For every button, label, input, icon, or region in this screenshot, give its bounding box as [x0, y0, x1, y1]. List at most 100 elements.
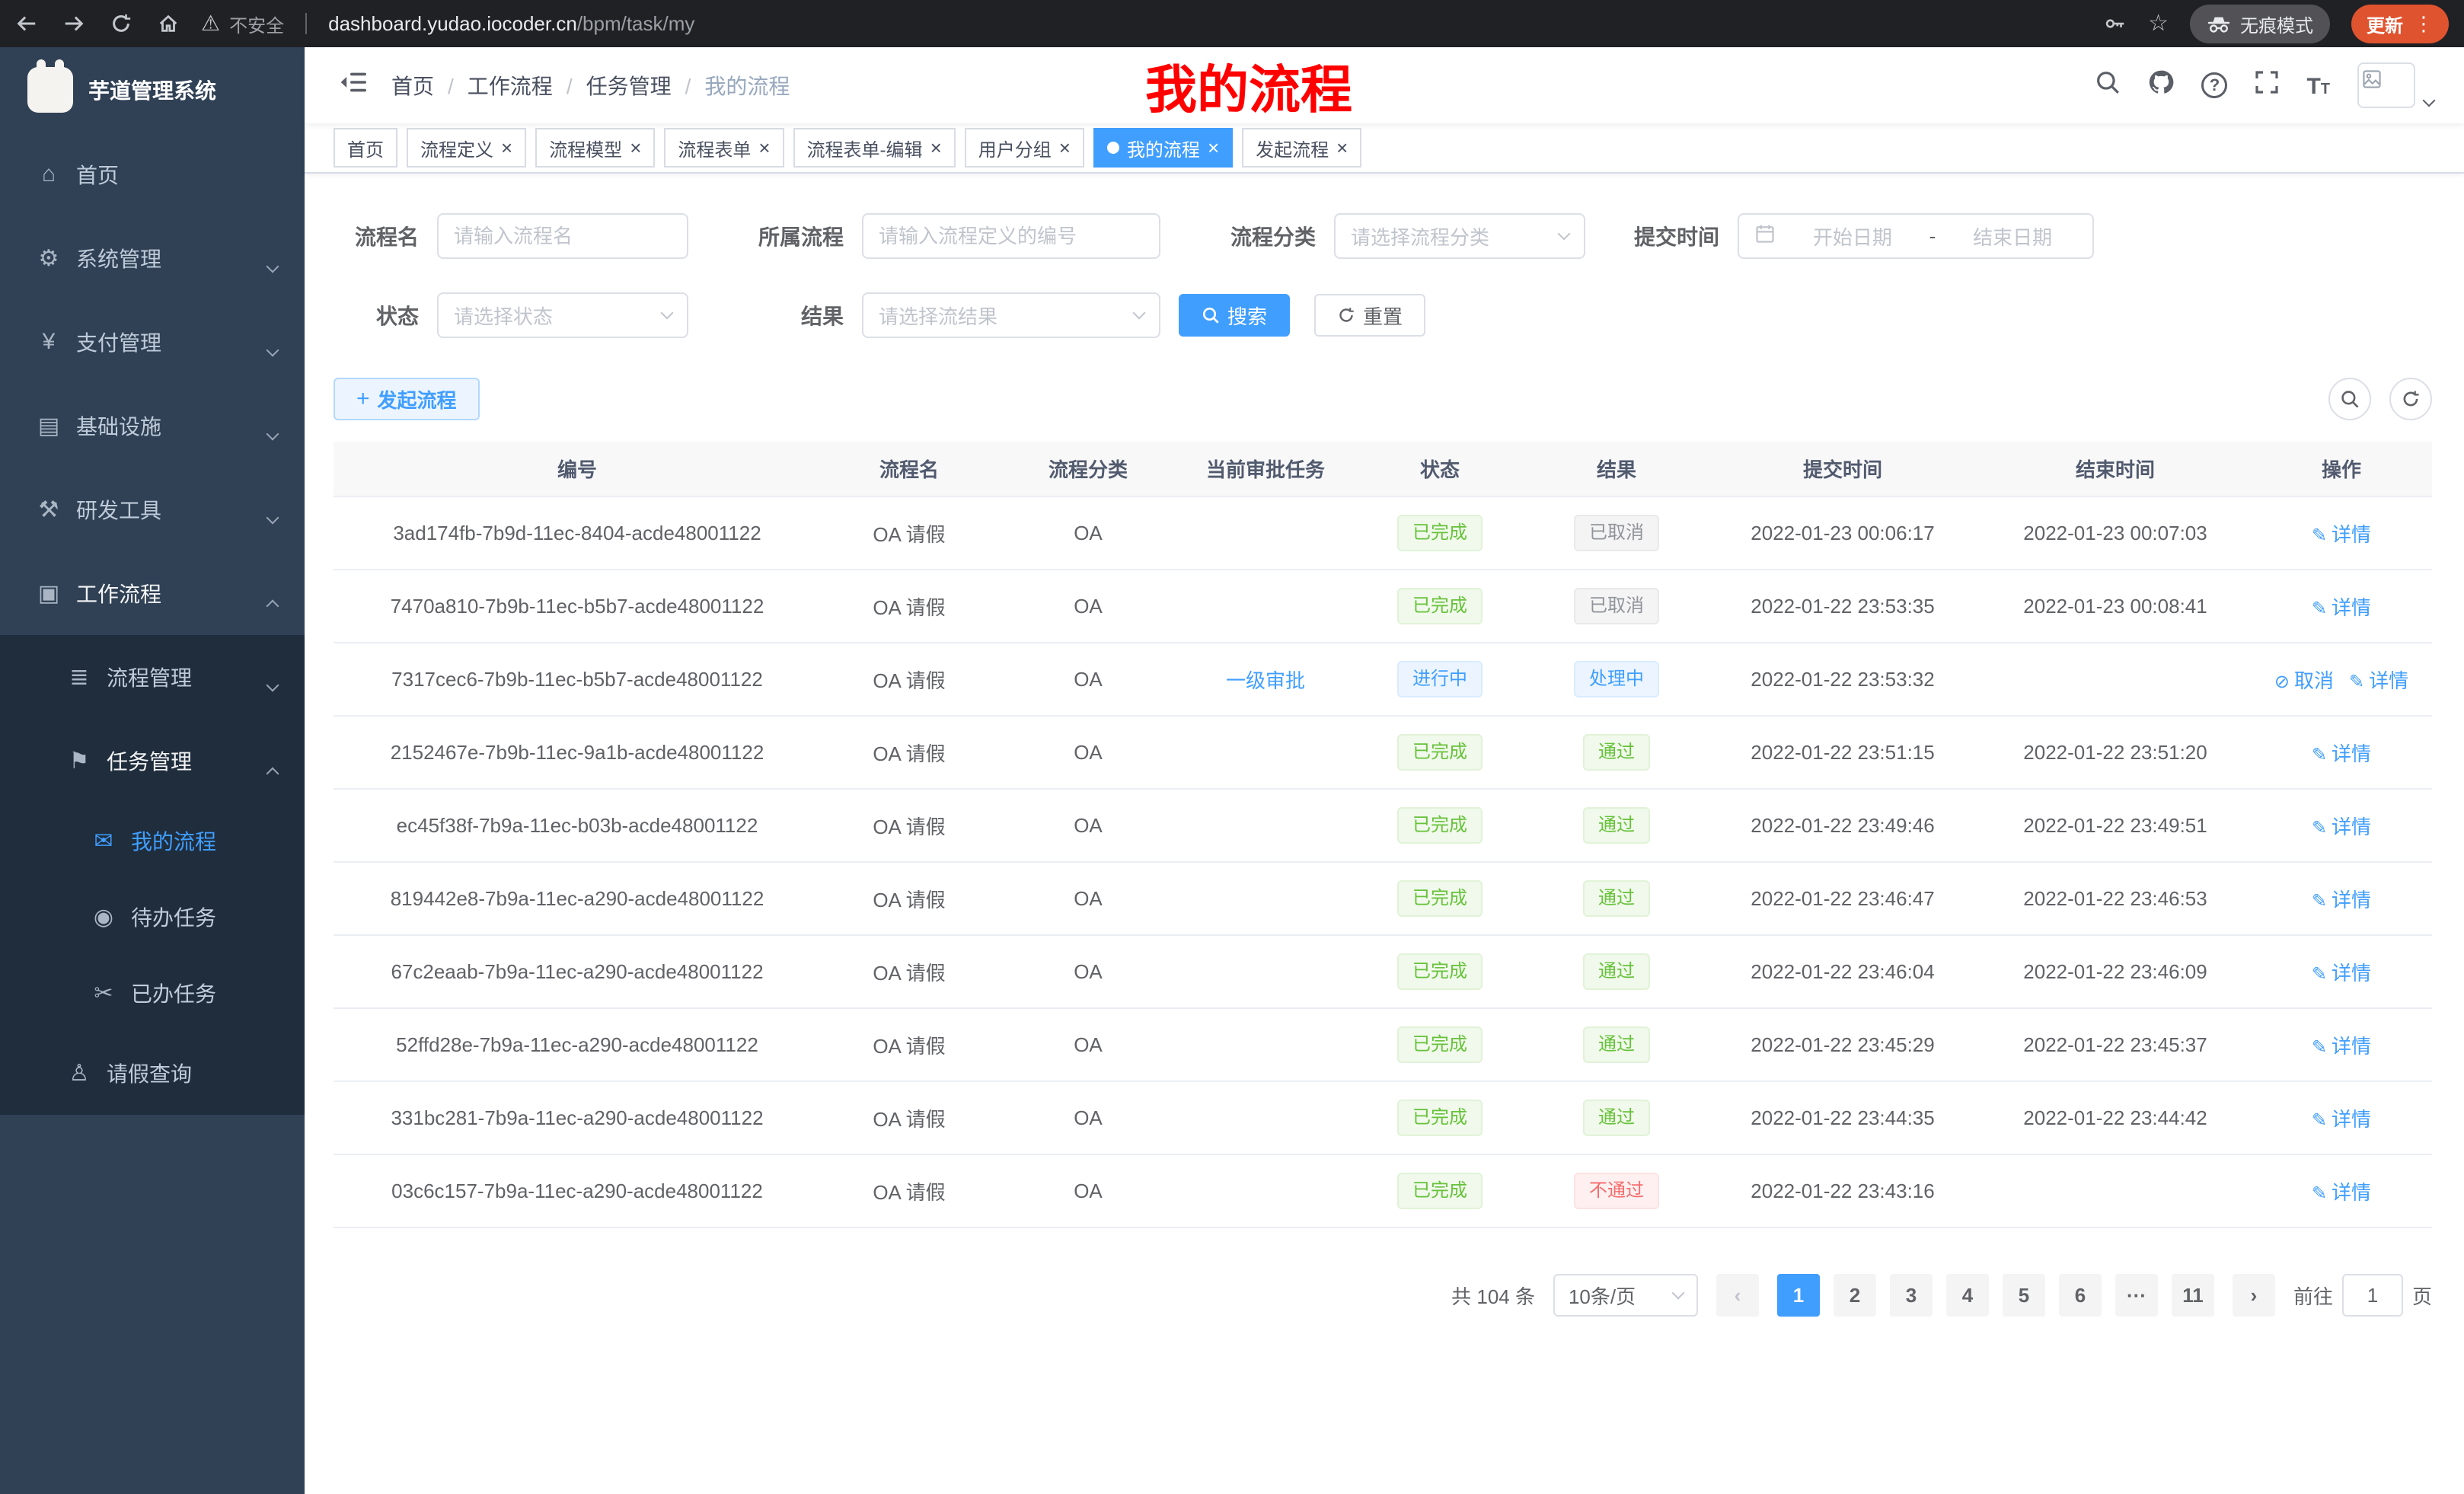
address-bar[interactable]: dashboard.yudao.iocoder.cn/bpm/task/my — [328, 12, 694, 36]
help-icon[interactable]: ? — [2201, 72, 2227, 98]
breadcrumb-item[interactable]: 任务管理 — [586, 70, 705, 101]
tab-close-icon[interactable]: × — [501, 138, 512, 158]
tab-close-icon[interactable]: × — [1208, 138, 1219, 158]
breadcrumb-item[interactable]: 我的流程 — [704, 70, 790, 101]
detail-action-link[interactable]: 详情 — [2312, 1108, 2371, 1131]
status-select[interactable]: 请选择状态 — [437, 292, 688, 338]
detail-action-link[interactable]: 详情 — [2312, 1181, 2371, 1204]
tag-tab[interactable]: 首页 — [334, 128, 397, 168]
bookmark-star-icon[interactable]: ☆ — [2148, 12, 2169, 35]
browser-menu-icon[interactable]: ⋮ — [2414, 12, 2434, 36]
page-number-button[interactable]: 3 — [1890, 1274, 1933, 1317]
cell-end-time: 2022-01-22 23:51:20 — [1980, 716, 2251, 789]
tab-close-icon[interactable]: × — [930, 138, 942, 158]
password-key-icon[interactable] — [2104, 12, 2127, 35]
reset-button[interactable]: 重置 — [1314, 294, 1425, 337]
status-tag: 已完成 — [1397, 1100, 1483, 1136]
cancel-action-link[interactable]: 取消 — [2274, 669, 2334, 692]
cell-submit-time: 2022-01-22 23:49:46 — [1706, 789, 1980, 862]
sidebar-item[interactable]: 待办任务 — [0, 879, 305, 955]
table-row: 2152467e-7b9b-11ec-9a1b-acde48001122 OA … — [334, 716, 2432, 789]
create-process-button[interactable]: + 发起流程 — [334, 378, 480, 420]
prev-page-button[interactable]: ‹ — [1716, 1274, 1759, 1317]
detail-action-link[interactable]: 详情 — [2312, 742, 2371, 765]
sidebar-item[interactable]: 流程管理 — [0, 635, 305, 719]
page-number-button[interactable]: 6 — [2059, 1274, 2102, 1317]
result-select[interactable]: 请选择流结果 — [862, 292, 1160, 338]
breadcrumb-item[interactable]: 首页 — [391, 70, 468, 101]
next-page-button[interactable]: › — [2233, 1274, 2275, 1317]
refresh-button[interactable] — [2389, 378, 2432, 420]
current-task-link[interactable]: 一级审批 — [1226, 669, 1305, 692]
submit-time-range-picker[interactable]: 开始日期 - 结束日期 — [1738, 213, 2094, 259]
page-title-annotation: 我的流程 — [1145, 48, 1352, 123]
page-size-select[interactable]: 10条/页 — [1553, 1274, 1698, 1317]
fullscreen-icon[interactable] — [2255, 70, 2279, 101]
tag-tab[interactable]: 流程表单 × — [664, 128, 784, 168]
search-button[interactable]: 搜索 — [1179, 294, 1290, 337]
tag-tab[interactable]: 流程定义 × — [407, 128, 526, 168]
tab-close-icon[interactable]: × — [1059, 138, 1071, 158]
detail-action-link[interactable]: 详情 — [2349, 669, 2408, 692]
tab-close-icon[interactable]: × — [630, 138, 641, 158]
sidebar-item[interactable]: 支付管理 — [0, 300, 305, 384]
page-number-button[interactable]: 1 — [1777, 1274, 1820, 1317]
status-tag: 已完成 — [1397, 880, 1483, 917]
category-select[interactable]: 请选择流程分类 — [1334, 213, 1585, 259]
content: 流程名 所属流程 流程分类 请选择流程分类 提交时间 — [305, 174, 2464, 1494]
page-number-button[interactable]: 2 — [1834, 1274, 1876, 1317]
page-number-button[interactable]: 4 — [1946, 1274, 1989, 1317]
user-avatar[interactable] — [2357, 62, 2434, 108]
cell-status: 已完成 — [1352, 1008, 1527, 1081]
toggle-search-button[interactable] — [2328, 378, 2371, 420]
github-icon[interactable] — [2148, 69, 2174, 101]
font-size-icon[interactable]: TT — [2306, 72, 2330, 100]
cell-submit-time: 2022-01-22 23:53:32 — [1706, 643, 1980, 716]
sidebar-item[interactable]: 工作流程 — [0, 551, 305, 635]
tag-tab[interactable]: 流程模型 × — [535, 128, 655, 168]
detail-action-link[interactable]: 详情 — [2312, 962, 2371, 985]
sidebar-item[interactable]: 请假查询 — [0, 1031, 305, 1115]
sidebar-item[interactable]: 基础设施 — [0, 384, 305, 468]
tag-tab[interactable]: 流程表单-编辑 × — [793, 128, 956, 168]
cell-result: 通过 — [1527, 716, 1706, 789]
breadcrumb-item[interactable]: 工作流程 — [468, 70, 586, 101]
sidebar-item[interactable]: 已办任务 — [0, 955, 305, 1031]
tag-tab[interactable]: 我的流程 × — [1093, 128, 1233, 168]
cell-submit-time: 2022-01-22 23:45:29 — [1706, 1008, 1980, 1081]
browser-back-icon[interactable] — [15, 12, 38, 35]
update-button[interactable]: 更新 ⋮ — [2351, 5, 2449, 43]
browser-reload-icon[interactable] — [110, 12, 132, 35]
detail-action-link[interactable]: 详情 — [2312, 523, 2371, 546]
sidebar-item[interactable]: 我的流程 — [0, 803, 305, 879]
tab-close-icon[interactable]: × — [1336, 138, 1348, 158]
cell-actions: 详情 — [2251, 496, 2432, 570]
tag-tab[interactable]: 发起流程 × — [1242, 128, 1361, 168]
detail-action-link[interactable]: 详情 — [2312, 889, 2371, 911]
sidebar-item[interactable]: 研发工具 — [0, 468, 305, 551]
page-jump-input[interactable] — [2342, 1274, 2403, 1317]
browser-forward-icon[interactable] — [62, 12, 85, 35]
sidebar-item[interactable]: 系统管理 — [0, 216, 305, 300]
process-name-input[interactable] — [437, 213, 688, 259]
page-number-button[interactable]: 11 — [2172, 1274, 2214, 1317]
page-number-button[interactable]: ··· — [2115, 1274, 2158, 1317]
detail-icon — [2312, 1035, 2332, 1058]
detail-action-link[interactable]: 详情 — [2312, 1035, 2371, 1058]
sidebar-item[interactable]: 首页 — [0, 132, 305, 216]
browser-home-icon[interactable] — [157, 12, 180, 35]
page-number-button[interactable]: 5 — [2003, 1274, 2045, 1317]
detail-icon — [2312, 523, 2332, 546]
tag-tab[interactable]: 用户分组 × — [965, 128, 1084, 168]
process-def-input[interactable] — [862, 213, 1160, 259]
search-icon[interactable] — [2095, 69, 2121, 101]
hamburger-fold-icon[interactable] — [340, 70, 367, 101]
security-chip[interactable]: ⚠ 不安全 — [201, 11, 284, 37]
app-logo[interactable]: 芋道管理系统 — [0, 47, 305, 132]
sidebar-item[interactable]: 任务管理 — [0, 719, 305, 803]
detail-action-link[interactable]: 详情 — [2312, 816, 2371, 838]
cell-current-task — [1179, 1154, 1352, 1227]
cell-status: 进行中 — [1352, 643, 1527, 716]
detail-action-link[interactable]: 详情 — [2312, 596, 2371, 619]
tab-close-icon[interactable]: × — [758, 138, 770, 158]
